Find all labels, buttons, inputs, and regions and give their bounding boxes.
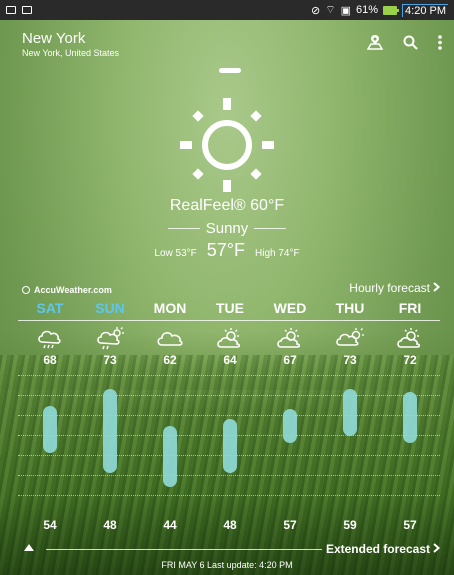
forecast-day-label[interactable]: SUN [85, 300, 135, 316]
forecast-day-label[interactable]: FRI [385, 300, 435, 316]
forecast-low-temp: 48 [223, 518, 237, 532]
current-temp: 57°F [206, 240, 245, 260]
sun-icon [180, 98, 274, 197]
forecast-low-temp: 44 [163, 518, 177, 532]
wifi-icon: ⌔ [325, 4, 336, 16]
sim-icon: ▣ [340, 4, 351, 17]
grid-line [18, 475, 440, 476]
forecast-day-label[interactable]: TUE [205, 300, 255, 316]
forecast-day-label[interactable]: WED [265, 300, 315, 316]
collapse-arrow-icon[interactable] [24, 544, 34, 551]
battery-icon [383, 5, 400, 15]
forecast-high-temp: 68 [43, 353, 57, 367]
temperature-range-bar [223, 419, 237, 474]
location-header[interactable]: New York New York, United States [22, 30, 119, 58]
partly-cloudy-sun-icon [336, 326, 364, 355]
forecast-low-temp: 59 [343, 518, 357, 532]
partly-sunny-icon [276, 326, 304, 355]
forecast-low-temp: 48 [103, 518, 117, 532]
battery-percent: 61% [356, 4, 379, 16]
more-menu-icon[interactable] [438, 34, 442, 50]
temperature-range-bar [283, 409, 297, 443]
forecast-high-temp: 72 [403, 353, 417, 367]
accuweather-logo-icon [22, 286, 30, 294]
forecast-high-temp: 67 [283, 353, 297, 367]
city-name: New York [22, 30, 86, 47]
temperature-range-bar [343, 388, 357, 436]
temperature-range-bar [103, 388, 117, 474]
last-update: FRI MAY 6 Last update: 4:20 PM [161, 560, 293, 570]
forecast-low-temp: 57 [283, 518, 297, 532]
clock: 4:20 PM [402, 3, 448, 17]
partly-sunny-icon [216, 326, 244, 355]
cloud-icon [156, 326, 184, 355]
forecast-low-temp: 54 [43, 518, 57, 532]
forecast-high-temp: 62 [163, 353, 177, 367]
forecast-divider [18, 320, 440, 321]
grid-line [18, 395, 440, 396]
temperature-range-bar [403, 392, 417, 443]
weather-condition: Sunny [205, 220, 249, 237]
extended-forecast-link[interactable]: Extended forecast [326, 542, 441, 556]
grid-line [18, 495, 440, 496]
chevron-right-icon [433, 542, 441, 556]
forecast-day-label[interactable]: SAT [25, 300, 75, 316]
screenshot-icon [22, 6, 32, 14]
search-icon[interactable] [403, 35, 418, 50]
sun-rain-cloud-icon [96, 326, 124, 355]
hourly-forecast-link[interactable]: Hourly forecast [349, 281, 441, 295]
accuweather-link[interactable]: AccuWeather.com [22, 285, 112, 295]
grid-line [18, 375, 440, 376]
do-not-disturb-icon: ⊘ [311, 4, 321, 17]
status-bar: ⊘ ⌔ ▣ 61% 4:20 PM [0, 0, 454, 20]
grid-line [18, 415, 440, 416]
drag-handle[interactable] [219, 68, 241, 73]
forecast-high-temp: 64 [223, 353, 237, 367]
temperature-range-bar [43, 405, 57, 453]
partly-sunny-icon [396, 326, 424, 355]
forecast-high-temp: 73 [103, 353, 117, 367]
forecast-high-temp: 73 [343, 353, 357, 367]
realfeel-temp: RealFeel® 60°F [169, 197, 285, 214]
city-region: New York, United States [22, 48, 120, 58]
location-map-icon[interactable] [367, 34, 383, 50]
rain-cloud-icon [36, 326, 64, 355]
notification-icon [6, 6, 16, 14]
high-temp: High 74°F [255, 248, 300, 259]
forecast-low-temp: 57 [403, 518, 417, 532]
chevron-right-icon [433, 281, 441, 295]
forecast-day-label[interactable]: MON [145, 300, 195, 316]
forecast-day-label[interactable]: THU [325, 300, 375, 316]
low-temp: Low 53°F [154, 248, 197, 259]
temperature-range-bar [163, 425, 177, 487]
